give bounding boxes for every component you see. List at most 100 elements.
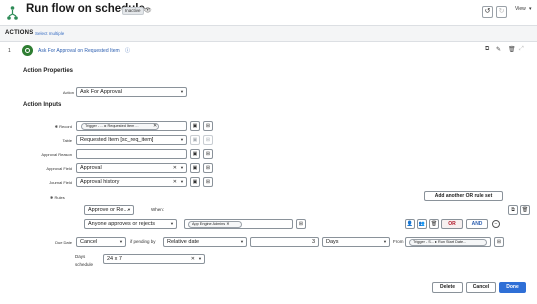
journal-field-select[interactable]: Approval history ✕ ▼: [76, 177, 187, 187]
expand-icon[interactable]: ⤢: [519, 46, 524, 53]
redo-icon: ↻: [498, 8, 505, 15]
approval-field-data-pill-picker[interactable]: ⊞: [203, 163, 213, 173]
clear-icon[interactable]: ✕: [173, 164, 177, 172]
approval-field-label: Approval Field: [46, 166, 72, 171]
step-name-link[interactable]: Ask For Approval on Requested Item: [38, 48, 120, 54]
action-inputs-heading: Action Inputs: [23, 102, 62, 108]
or-button[interactable]: OR: [441, 219, 463, 229]
select-multiple-link[interactable]: Select multiple: [35, 31, 64, 36]
journal-field-calendar-button[interactable]: ▣: [190, 177, 200, 187]
actions-bar: [0, 27, 537, 41]
chevron-down-icon: ▼: [180, 165, 184, 170]
chevron-down-icon: ▼: [170, 221, 174, 226]
due-date-type-value: Relative date: [167, 239, 200, 245]
add-or-rule-set-button[interactable]: Add another OR rule set: [424, 191, 503, 201]
delete-button[interactable]: Delete: [432, 282, 463, 293]
chevron-down-icon: ▼: [119, 239, 123, 244]
record-data-pill-picker[interactable]: ⊞: [203, 121, 213, 131]
data-pill-picker-icon: ⊞: [205, 123, 211, 129]
group-icon: 👥: [418, 221, 426, 227]
days-schedule-label-line2: schedule: [75, 262, 94, 267]
undo-icon: ↺: [484, 8, 491, 15]
table-data-pill-picker[interactable]: ⊞: [203, 135, 213, 145]
chevron-down-icon: ▼: [240, 239, 244, 244]
action-properties-heading: Action Properties: [23, 68, 74, 74]
record-calendar-button[interactable]: ▣: [190, 121, 200, 131]
journal-field-data-pill-picker[interactable]: ⊞: [203, 177, 213, 187]
rule-condition-select[interactable]: Anyone approves or rejects ▼: [84, 219, 177, 229]
clear-icon[interactable]: ✕: [191, 255, 195, 263]
table-select-value: Requested Item [sc_req_item]: [80, 137, 154, 143]
record-field[interactable]: Trigger - ... ▸ Requested Item ... ✕: [76, 121, 187, 131]
delete-rule-button[interactable]: 🗑: [429, 219, 439, 229]
cancel-button[interactable]: Cancel: [466, 282, 496, 293]
data-pill-picker-icon: ⊞: [298, 221, 304, 227]
redo-button[interactable]: ↻: [496, 6, 507, 18]
chevron-down-icon: ▼: [180, 179, 184, 184]
info-icon[interactable]: ⓘ: [125, 47, 130, 54]
calendar-icon: ▣: [192, 179, 198, 185]
and-button[interactable]: AND: [466, 219, 488, 229]
done-button[interactable]: Done: [499, 282, 526, 293]
clear-icon[interactable]: ✕: [153, 123, 157, 129]
due-date-amount-input[interactable]: 3: [250, 237, 319, 247]
days-schedule-label-line1: Days: [75, 254, 86, 259]
from-data-pill-picker[interactable]: ⊞: [494, 237, 504, 247]
view-dropdown-label[interactable]: View: [515, 6, 526, 12]
chevron-down-icon: ▼: [180, 89, 184, 94]
user-icon-button[interactable]: 👤: [405, 219, 415, 229]
action-label: Action: [62, 90, 74, 95]
approval-field-select[interactable]: Approval ✕ ▼: [76, 163, 187, 173]
record-data-pill[interactable]: Trigger - ... ▸ Requested Item ...: [81, 123, 159, 130]
table-calendar-button[interactable]: ▣: [190, 135, 200, 145]
due-date-from-field[interactable]: Trigger - S... ▸ Run Start Date...: [405, 237, 491, 247]
trash-icon: 🗑: [521, 207, 529, 213]
due-date-unit-select[interactable]: Days ▼: [322, 237, 390, 247]
data-pill-picker-icon: ⊞: [205, 151, 211, 157]
due-date-action-select[interactable]: Cancel ▼: [76, 237, 126, 247]
rule-action-select[interactable]: Approve or Re... ▼: [84, 205, 134, 215]
clear-icon[interactable]: ✕: [173, 178, 177, 186]
rule-condition-value: Anyone approves or rejects: [88, 221, 155, 227]
data-pill-picker-icon: ⊞: [205, 179, 211, 185]
due-date-type-select[interactable]: Relative date ▼: [163, 237, 247, 247]
eye-icon[interactable]: 👁: [144, 7, 152, 14]
calendar-icon: ▣: [192, 123, 198, 129]
table-select[interactable]: Requested Item [sc_req_item] ▼: [76, 135, 187, 145]
due-date-label: Due Date: [55, 240, 72, 245]
chevron-down-icon: ▾: [529, 6, 532, 12]
group-icon-button[interactable]: 👥: [417, 219, 427, 229]
rule-action-value: Approve or Re...: [88, 207, 129, 213]
trash-icon[interactable]: 🗑: [508, 46, 516, 53]
flow-icon: [7, 6, 18, 20]
approval-reason-label: Approval Reason: [41, 152, 72, 157]
approval-reason-calendar-button[interactable]: ▣: [190, 149, 200, 159]
copy-icon[interactable]: ⧉: [485, 46, 489, 53]
approval-field-value: Approval: [80, 165, 102, 171]
table-label: Table: [62, 138, 72, 143]
undo-button[interactable]: ↺: [482, 6, 493, 18]
group-pill[interactable]: App Engine Admins ✕: [188, 221, 242, 228]
rule-set-copy-button[interactable]: ⧉: [508, 205, 518, 215]
data-pill-picker-icon: ⊞: [205, 137, 211, 143]
user-icon: 👤: [406, 221, 414, 227]
step-icon-ring: [25, 48, 30, 53]
approval-field-calendar-button[interactable]: ▣: [190, 163, 200, 173]
note-icon[interactable]: ✎: [496, 46, 501, 53]
days-schedule-select[interactable]: 24 x 7 ✕ ▼: [103, 254, 205, 264]
record-label: ✱ Record: [54, 124, 72, 129]
rule-group-field[interactable]: App Engine Admins ✕: [184, 219, 293, 229]
when-label: When:: [151, 207, 165, 212]
approval-reason-input[interactable]: [76, 149, 187, 159]
approval-reason-data-pill-picker[interactable]: ⊞: [203, 149, 213, 159]
from-data-pill[interactable]: Trigger - S... ▸ Run Start Date...: [409, 239, 487, 246]
from-label: From: [393, 239, 404, 244]
chevron-down-icon: ▼: [383, 239, 387, 244]
remove-condition-icon[interactable]: −: [492, 220, 500, 228]
rule-group-picker-button[interactable]: ⊞: [296, 219, 306, 229]
step-number: 1: [8, 48, 11, 54]
action-select[interactable]: Ask For Approval ▼: [76, 87, 187, 97]
due-date-action-value: Cancel: [80, 239, 98, 245]
action-select-value: Ask For Approval: [80, 89, 122, 95]
rule-set-delete-button[interactable]: 🗑: [520, 205, 530, 215]
